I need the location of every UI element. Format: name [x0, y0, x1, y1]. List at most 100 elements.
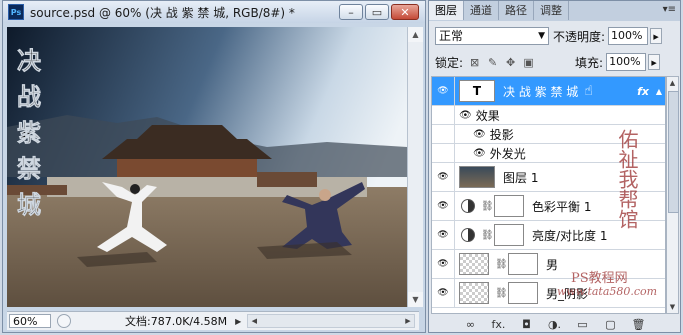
title-char: 战: [17, 82, 41, 111]
scroll-up-icon[interactable]: ▲: [667, 77, 678, 89]
lock-row: 锁定: ⊠ ✎ ✥ ▣ 填充: 100% ▶: [435, 52, 674, 72]
adjustment-layer-icon: [461, 228, 475, 242]
visibility-eye-icon[interactable]: 👁: [432, 279, 455, 307]
photoshop-logo-icon: Ps: [8, 4, 24, 20]
layers-scrollbar[interactable]: ▲ ▼: [666, 76, 679, 314]
scroll-up-icon[interactable]: ▲: [408, 27, 423, 42]
scroll-left-icon[interactable]: ◀: [248, 315, 260, 327]
tab-layers[interactable]: 图层: [429, 1, 464, 20]
scrollbar-thumb[interactable]: [668, 91, 679, 213]
minimize-button[interactable]: –: [339, 4, 363, 20]
lock-pixels-icon[interactable]: ✎: [486, 56, 499, 69]
tab-channels[interactable]: 通道: [464, 1, 499, 20]
courtyard-ground: [7, 187, 407, 307]
layer-name: 男: [546, 257, 559, 272]
visibility-eye-icon[interactable]: 👁: [432, 221, 455, 249]
empty-eye-cell: [432, 106, 455, 124]
opacity-input[interactable]: 100%: [608, 27, 649, 45]
scroll-right-icon[interactable]: ▶: [402, 315, 414, 327]
layer-thumbnail: [459, 253, 489, 275]
layer-mask-thumbnail: [508, 253, 538, 275]
link-icon[interactable]: ⛓: [481, 201, 494, 212]
empty-eye-cell: [432, 125, 455, 143]
new-layer-icon[interactable]: ▢: [603, 318, 619, 331]
lock-position-icon[interactable]: ✥: [504, 56, 517, 69]
effect-name: 投影: [489, 127, 514, 142]
link-icon[interactable]: ⛓: [495, 288, 508, 299]
document-window: Ps source.psd @ 60% (决 战 紫 禁 城, RGB/8#) …: [2, 0, 426, 333]
layer-mask-thumbnail: [494, 195, 524, 217]
layer-row-man[interactable]: 👁 ⛓ 男: [432, 250, 665, 279]
text-layer-thumbnail: T: [459, 80, 495, 102]
vertical-scrollbar[interactable]: ▲ ▼: [407, 27, 423, 307]
collapse-arrow-icon[interactable]: ▲: [656, 87, 662, 96]
blend-mode-select[interactable]: 正常 ▼: [435, 27, 549, 45]
document-info: 文档:787.0K/4.58M: [125, 315, 228, 328]
fx-icon[interactable]: fx.: [491, 318, 507, 331]
visibility-eye-icon[interactable]: 👁: [432, 163, 455, 191]
link-icon[interactable]: ⛓: [481, 230, 494, 241]
zoom-input[interactable]: 60%: [9, 314, 51, 328]
empty-eye-cell: [432, 144, 455, 162]
blend-mode-value: 正常: [439, 29, 464, 43]
watermark-side-text: 佑祉我帮馆: [615, 129, 639, 229]
visibility-eye-icon[interactable]: 👁: [432, 77, 455, 105]
title-text-layer: 决 战 紫 禁 城: [17, 46, 43, 220]
blend-row: 正常 ▼ 不透明度: 100% ▶: [435, 26, 674, 46]
layer-mask-thumbnail: [508, 282, 538, 304]
title-char: 禁: [17, 154, 41, 183]
layer-name: 决 战 紫 禁 城: [503, 84, 579, 99]
fill-input[interactable]: 100%: [606, 53, 647, 71]
visibility-eye-icon[interactable]: 👁: [432, 192, 455, 220]
panel-menu-icon[interactable]: ▾≡: [663, 4, 676, 15]
scroll-down-icon[interactable]: ▼: [408, 292, 423, 307]
link-icon[interactable]: ⛓: [495, 259, 508, 270]
title-char: 城: [17, 190, 41, 219]
visibility-eye-icon[interactable]: 👁: [459, 110, 472, 121]
title-char: 紫: [17, 118, 41, 147]
tab-paths[interactable]: 路径: [499, 1, 534, 20]
layers-panel: 图层 通道 路径 调整 ▾≡ 正常 ▼ 不透明度: 100% ▶ 锁定: ⊠ ✎…: [428, 0, 681, 333]
folder-icon[interactable]: ▭: [575, 318, 591, 331]
image-layer-thumbnail: [459, 166, 495, 188]
effect-name: 外发光: [489, 146, 526, 161]
layers-bottom-toolbar: ∞ fx. ◘ ◑. ▭ ▢ 🗑: [431, 316, 678, 332]
status-bar: 60% 文档:787.0K/4.58M ▶ ◀ ▶: [7, 311, 419, 330]
image-canvas[interactable]: 决 战 紫 禁 城: [7, 27, 407, 307]
opacity-slider-button[interactable]: ▶: [650, 28, 663, 44]
fill-label: 填充:: [575, 55, 604, 70]
visibility-eye-icon[interactable]: 👁: [432, 250, 455, 278]
add-mask-icon[interactable]: ◘: [519, 318, 535, 331]
title-char: 决: [17, 46, 42, 75]
lock-transparency-icon[interactable]: ⊠: [468, 56, 481, 69]
tab-adjustments[interactable]: 调整: [534, 1, 569, 20]
horizontal-scrollbar[interactable]: ◀ ▶: [247, 314, 415, 328]
link-layers-icon[interactable]: ∞: [463, 318, 479, 331]
layer-name: 色彩平衡 1: [532, 199, 592, 214]
close-button[interactable]: ✕: [391, 4, 419, 20]
fill-slider-button[interactable]: ▶: [648, 54, 661, 70]
effects-label: 效果: [475, 108, 500, 123]
layer-name: 图层 1: [503, 170, 539, 185]
opacity-label: 不透明度:: [553, 29, 606, 44]
visibility-eye-icon[interactable]: 👁: [473, 148, 486, 159]
navigator-icon[interactable]: [57, 314, 71, 328]
layer-row-title-text[interactable]: 👁 T 决 战 紫 禁 城 ☝ fx ▲: [432, 77, 665, 106]
hand-cursor-icon: ☝: [584, 83, 593, 99]
adjustment-layer-icon: [461, 199, 475, 213]
trash-icon[interactable]: 🗑: [631, 318, 647, 331]
lock-all-icon[interactable]: ▣: [522, 56, 535, 69]
document-titlebar[interactable]: Ps source.psd @ 60% (决 战 紫 禁 城, RGB/8#) …: [3, 1, 425, 23]
visibility-eye-icon[interactable]: 👁: [473, 129, 486, 140]
document-title: source.psd @ 60% (决 战 紫 禁 城, RGB/8#) *: [30, 5, 295, 20]
window-controls: – ▭ ✕: [339, 4, 419, 20]
fx-icon[interactable]: fx: [637, 85, 649, 98]
layer-effects-row[interactable]: 👁 效果: [432, 106, 665, 125]
restore-button[interactable]: ▭: [365, 4, 389, 20]
status-menu-icon[interactable]: ▶: [235, 317, 241, 326]
layer-name: 亮度/对比度 1: [532, 228, 608, 243]
scroll-down-icon[interactable]: ▼: [667, 301, 678, 313]
watermark-url: www.tata580.com: [557, 285, 658, 298]
panel-tabs: 图层 通道 路径 调整: [429, 1, 680, 21]
adjustment-icon[interactable]: ◑.: [547, 318, 563, 331]
